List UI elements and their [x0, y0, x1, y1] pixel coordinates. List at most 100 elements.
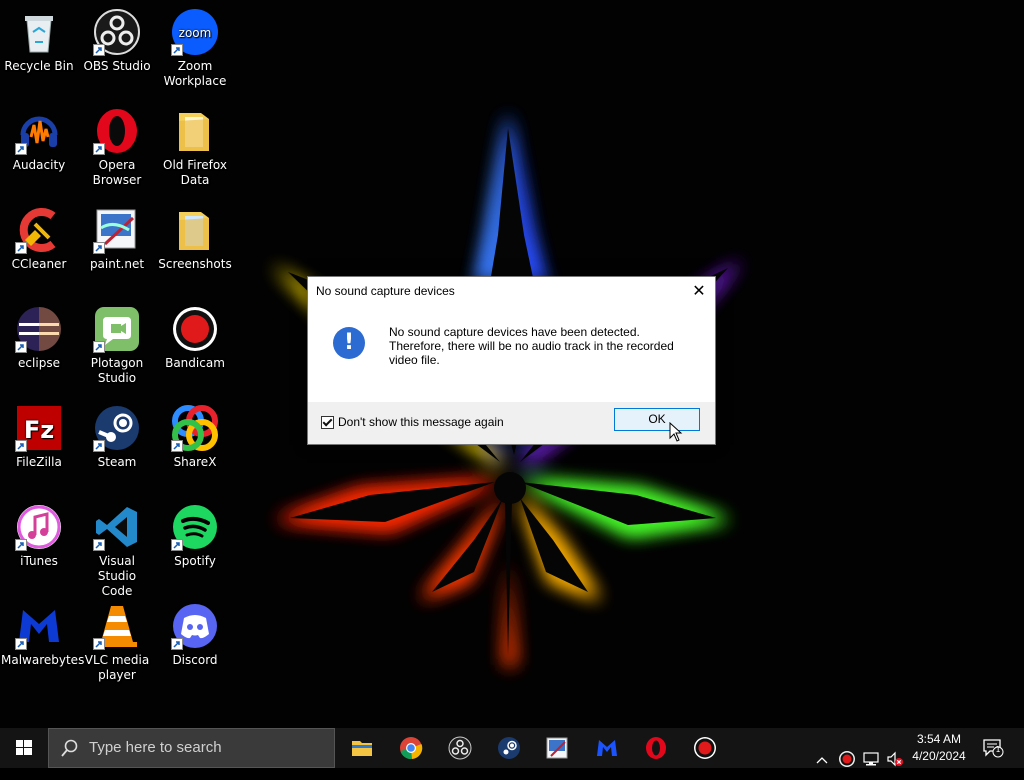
desktop-icon-label: Opera Browser [92, 158, 142, 187]
taskbar-file-explorer[interactable] [338, 728, 386, 768]
taskbar-clock[interactable]: 3:54 AM 4/20/2024 [902, 731, 976, 765]
audacity-icon [15, 107, 63, 155]
taskbar-bandicam[interactable] [681, 728, 729, 768]
clock-time: 3:54 AM [916, 732, 962, 746]
desktop-icon-label: Malwarebytes [1, 653, 85, 667]
sharex-icon [171, 404, 219, 452]
action-center-button[interactable]: 1 [982, 738, 1006, 758]
shortcut-arrow-icon [171, 539, 183, 551]
shortcut-arrow-icon [171, 638, 183, 650]
desktop-icon-label: OBS Studio [83, 59, 151, 73]
chrome-icon [400, 737, 423, 760]
plotagon-icon [93, 305, 141, 353]
ok-button[interactable]: OK [614, 408, 700, 431]
desktop-icon-label: Bandicam [165, 356, 225, 370]
desktop-icon-bandicam[interactable]: Bandicam [156, 305, 234, 371]
start-button[interactable] [0, 728, 48, 768]
desktop-icon-screenshots[interactable]: Screenshots [156, 206, 234, 272]
folder-icon [171, 107, 219, 155]
desktop-icon-vlc[interactable]: VLC media player [78, 602, 156, 683]
desktop-icon-steam[interactable]: Steam [78, 404, 156, 470]
desktop-icon-itunes[interactable]: iTunes [0, 503, 78, 569]
desktop-icon-label: Old Firefox Data [163, 158, 227, 187]
dialog-body: ! No sound capture devices have been det… [308, 306, 715, 402]
desktop-icon-label: CCleaner [11, 257, 67, 271]
itunes-icon [15, 503, 63, 551]
close-icon[interactable]: ✕ [689, 282, 709, 302]
desktop-icon-obs-studio[interactable]: OBS Studio [78, 8, 156, 74]
steam-icon [93, 404, 141, 452]
shortcut-arrow-icon [15, 638, 27, 650]
taskbar-paint-net[interactable] [533, 728, 581, 768]
dialog-titlebar[interactable]: No sound capture devices ✕ [308, 277, 715, 306]
bandicam-icon [171, 305, 219, 353]
shortcut-arrow-icon [171, 440, 183, 452]
desktop: Recycle Bin OBS Studio zoom Zoom Workpla… [0, 0, 1024, 728]
taskbar-steam[interactable] [485, 728, 533, 768]
desktop-icon-eclipse[interactable]: eclipse [0, 305, 78, 371]
desktop-icon-plotagon[interactable]: Plotagon Studio [78, 305, 156, 386]
shortcut-arrow-icon [15, 440, 27, 452]
shortcut-arrow-icon [93, 143, 105, 155]
search-icon [61, 739, 78, 757]
desktop-icon-spotify[interactable]: Spotify [156, 503, 234, 569]
obs-studio-icon [448, 736, 472, 760]
paint-net-icon [546, 737, 568, 759]
search-placeholder: Type here to search [89, 739, 222, 756]
desktop-icon-label: Recycle Bin [4, 59, 74, 73]
network-icon[interactable] [862, 739, 880, 779]
desktop-icon-label: Spotify [174, 554, 216, 568]
desktop-icon-label: VLC media player [84, 653, 150, 682]
desktop-icon-label: paint.net [89, 257, 145, 271]
checkbox-label: Don't show this message again [338, 415, 504, 429]
chevron-up-icon[interactable] [814, 740, 830, 780]
steam-icon [498, 737, 520, 759]
info-icon: ! [333, 327, 365, 359]
desktop-icon-paint-net[interactable]: paint.net [78, 206, 156, 272]
taskbar-obs-studio[interactable] [436, 728, 484, 768]
desktop-icon-vscode[interactable]: Visual Studio Code [78, 503, 156, 599]
taskbar-malwarebytes[interactable] [583, 728, 631, 768]
ccleaner-icon [15, 206, 63, 254]
shortcut-arrow-icon [93, 341, 105, 353]
desktop-icon-label: FileZilla [16, 455, 62, 469]
desktop-icon-label: Visual Studio Code [97, 554, 137, 598]
malwarebytes-icon [597, 740, 617, 756]
desktop-icon-label: Steam [97, 455, 137, 469]
desktop-icon-sharex[interactable]: ShareX [156, 404, 234, 470]
desktop-icon-label: Screenshots [158, 257, 232, 271]
shortcut-arrow-icon [93, 638, 105, 650]
dialog-message: No sound capture devices have been detec… [389, 325, 674, 367]
obs-studio-icon [93, 8, 141, 56]
desktop-icon-audacity[interactable]: Audacity [0, 107, 78, 173]
mouse-cursor-icon [669, 422, 683, 442]
desktop-icon-discord[interactable]: Discord [156, 602, 234, 668]
message-dialog: No sound capture devices ✕ ! No sound ca… [307, 276, 716, 445]
shortcut-arrow-icon [93, 539, 105, 551]
shortcut-arrow-icon [15, 242, 27, 254]
desktop-icon-opera[interactable]: Opera Browser [78, 107, 156, 188]
checkbox-checked-icon[interactable] [321, 415, 334, 429]
recycle-bin-icon [15, 8, 63, 56]
desktop-icon-ccleaner[interactable]: CCleaner [0, 206, 78, 272]
bandicam-tray-icon[interactable] [838, 739, 856, 779]
taskbar-opera[interactable] [632, 728, 680, 768]
paint-net-icon [93, 206, 141, 254]
shortcut-arrow-icon [15, 539, 27, 551]
shortcut-arrow-icon [15, 143, 27, 155]
desktop-icon-old-firefox-data[interactable]: Old Firefox Data [156, 107, 234, 188]
notification-count-badge: 1 [995, 745, 1001, 754]
desktop-icon-label: Audacity [12, 158, 66, 172]
taskbar-search-box[interactable]: Type here to search [48, 728, 335, 768]
dont-show-again-checkbox[interactable]: Don't show this message again [321, 415, 504, 429]
shortcut-arrow-icon [171, 44, 183, 56]
opera-icon [93, 107, 141, 155]
desktop-icon-zoom[interactable]: zoom Zoom Workplace [156, 8, 234, 89]
taskbar-chrome[interactable] [387, 728, 435, 768]
vlc-icon [93, 602, 141, 650]
desktop-icon-malwarebytes[interactable]: Malwarebytes [0, 602, 85, 668]
filezilla-icon: Fz [15, 404, 63, 452]
eclipse-icon [15, 305, 63, 353]
desktop-icon-recycle-bin[interactable]: Recycle Bin [0, 8, 78, 74]
desktop-icon-filezilla[interactable]: Fz FileZilla [0, 404, 78, 470]
